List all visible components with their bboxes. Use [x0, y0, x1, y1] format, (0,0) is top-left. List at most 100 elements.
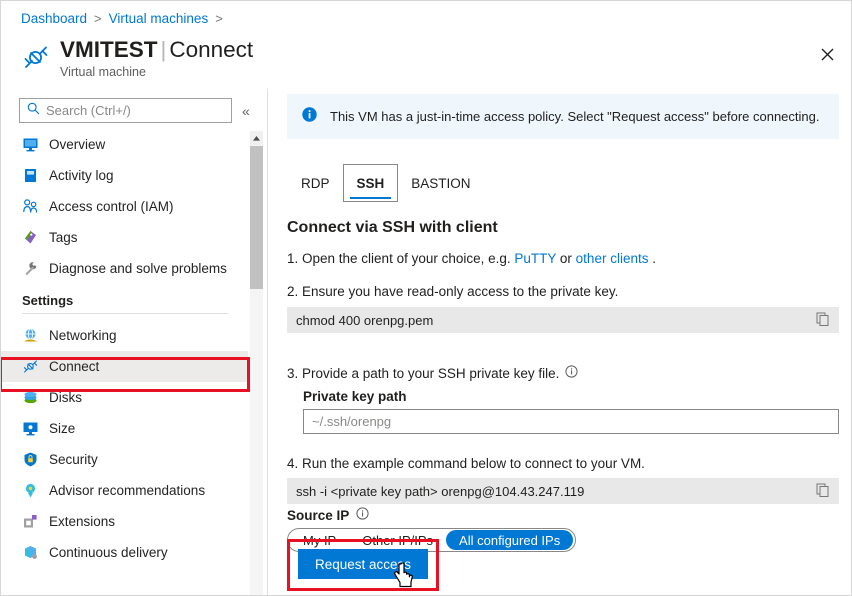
sidebar-item-overview[interactable]: Overview — [1, 129, 248, 160]
source-ip-option-all-configured-ips[interactable]: All configured IPs — [446, 530, 574, 550]
sidebar-item-diagnose[interactable]: Diagnose and solve problems — [1, 253, 248, 284]
sidebar-item-label: Diagnose and solve problems — [49, 261, 227, 276]
private-key-path-input[interactable]: ~/.ssh/orenpg — [303, 409, 839, 434]
sidebar-item-label: Networking — [49, 328, 117, 343]
pill-label: All configured IPs — [459, 532, 561, 548]
sidebar-item-extensions[interactable]: Extensions — [1, 506, 248, 537]
sidebar: Search (Ctrl+/) « Overview Activity log … — [1, 89, 267, 595]
info-circle-icon[interactable] — [565, 365, 578, 381]
ssh-command-text: ssh -i <private key path> orenpg@104.43.… — [296, 483, 585, 499]
networking-globe-icon — [22, 327, 39, 344]
extensions-icon — [22, 513, 39, 530]
copy-icon[interactable] — [816, 483, 830, 500]
source-ip-label: Source IP — [287, 507, 350, 523]
breadcrumb-separator-icon: > — [94, 11, 102, 26]
request-access-label: Request access — [314, 556, 412, 572]
collapse-panel-icon[interactable]: « — [240, 102, 252, 120]
activity-log-book-icon — [22, 167, 39, 184]
private-key-path-label: Private key path — [303, 389, 407, 404]
continuous-delivery-icon — [22, 544, 39, 561]
banner-message: This VM has a just-in-time access policy… — [330, 109, 820, 124]
chmod-command-box[interactable]: chmod 400 orenpg.pem — [287, 307, 839, 333]
step-4-text: 4. Run the example command below to conn… — [287, 456, 645, 471]
putty-link[interactable]: PuTTY — [514, 251, 556, 266]
access-control-people-icon — [22, 198, 39, 215]
connect-plug-icon — [19, 40, 53, 74]
tab-label: RDP — [301, 175, 330, 191]
sidebar-section-settings: Settings — [1, 293, 248, 314]
tab-ssh[interactable]: SSH — [342, 164, 399, 202]
private-key-path-placeholder: ~/.ssh/orenpg — [312, 414, 392, 429]
azure-portal-blade: Dashboard > Virtual machines > VMITEST | C… — [0, 0, 852, 596]
page-title-row: VMITEST | Connect Virtual machine — [19, 35, 253, 79]
sidebar-item-tags[interactable]: Tags — [1, 222, 248, 253]
sidebar-item-label: Security — [49, 452, 98, 467]
sidebar-item-label: Disks — [49, 390, 82, 405]
sidebar-item-security[interactable]: Security — [1, 444, 248, 475]
resource-type-label: Virtual machine — [60, 65, 146, 79]
info-circle-icon[interactable] — [356, 507, 369, 523]
request-access-button[interactable]: Request access — [298, 549, 428, 579]
step-3-text: 3. Provide a path to your SSH private ke… — [287, 365, 578, 381]
connection-tabs: RDP SSH BASTION — [288, 164, 484, 202]
resource-name: VMITEST — [60, 37, 158, 62]
main-content: This VM has a just-in-time access policy… — [268, 89, 851, 595]
sidebar-item-label: Advisor recommendations — [49, 483, 206, 498]
chmod-command-text: chmod 400 orenpg.pem — [296, 312, 434, 328]
sidebar-item-advisor[interactable]: Advisor recommendations — [1, 475, 248, 506]
close-icon[interactable] — [812, 39, 842, 69]
sidebar-item-label: Size — [49, 421, 76, 436]
sidebar-item-label: Activity log — [49, 168, 114, 183]
sidebar-nav-list: Overview Activity log Access control (IA… — [1, 129, 248, 568]
breadcrumb-item-dashboard[interactable]: Dashboard — [21, 11, 87, 26]
step-1-suffix: . — [648, 251, 656, 266]
security-shield-icon — [22, 451, 39, 468]
source-ip-option-my-ip[interactable]: My IP — [290, 530, 349, 550]
copy-icon[interactable] — [816, 312, 830, 329]
breadcrumb-item-virtual-machines[interactable]: Virtual machines — [109, 11, 209, 26]
pill-label: My IP — [303, 532, 337, 548]
scrollbar-thumb[interactable] — [250, 146, 263, 289]
page-name: Connect — [169, 37, 254, 62]
sidebar-search-row: Search (Ctrl+/) « — [19, 98, 252, 123]
tab-active-indicator — [349, 196, 392, 199]
ssh-command-box[interactable]: ssh -i <private key path> orenpg@104.43.… — [287, 478, 839, 504]
scroll-up-icon[interactable] — [250, 131, 263, 145]
search-input[interactable]: Search (Ctrl+/) — [19, 98, 232, 123]
jit-info-banner: This VM has a just-in-time access policy… — [287, 94, 839, 139]
page-title: VMITEST | Connect — [60, 35, 253, 64]
section-title: Connect via SSH with client — [287, 219, 498, 236]
tags-icon — [22, 229, 39, 246]
sidebar-item-label: Continuous delivery — [49, 545, 168, 560]
sidebar-item-networking[interactable]: Networking — [1, 320, 248, 351]
wrench-icon — [22, 260, 39, 277]
sidebar-item-label: Extensions — [49, 514, 116, 529]
sidebar-item-disks[interactable]: Disks — [1, 382, 248, 413]
search-icon — [27, 102, 40, 120]
sidebar-item-access-control[interactable]: Access control (IAM) — [1, 191, 248, 222]
step-2-text: 2. Ensure you have read-only access to t… — [287, 284, 619, 299]
source-ip-option-other-ips[interactable]: Other IP/IPs — [349, 530, 446, 550]
sidebar-item-size[interactable]: Size — [1, 413, 248, 444]
title-separator: | — [160, 37, 167, 62]
step-1-text: 1. Open the client of your choice, e.g. … — [287, 251, 656, 266]
sidebar-item-activity-log[interactable]: Activity log — [1, 160, 248, 191]
source-ip-label-row: Source IP — [287, 507, 369, 523]
tab-rdp[interactable]: RDP — [288, 164, 343, 202]
tab-bastion[interactable]: BASTION — [398, 164, 483, 202]
step-3-label: 3. Provide a path to your SSH private ke… — [287, 365, 560, 381]
sidebar-section-divider — [22, 313, 228, 314]
pill-label: Other IP/IPs — [362, 532, 434, 548]
step-1-mid: or — [556, 251, 576, 266]
info-icon — [301, 106, 318, 128]
search-placeholder: Search (Ctrl+/) — [46, 103, 131, 118]
sidebar-item-continuous-delivery[interactable]: Continuous delivery — [1, 537, 248, 568]
sidebar-item-label: Tags — [49, 230, 78, 245]
size-monitor-icon — [22, 420, 39, 437]
breadcrumb: Dashboard > Virtual machines > — [21, 11, 223, 26]
breadcrumb-separator-icon: > — [215, 11, 223, 26]
sidebar-item-connect[interactable]: Connect — [1, 351, 248, 382]
other-clients-link[interactable]: other clients — [576, 251, 649, 266]
advisor-icon — [22, 482, 39, 499]
sidebar-scrollbar[interactable] — [250, 131, 263, 595]
